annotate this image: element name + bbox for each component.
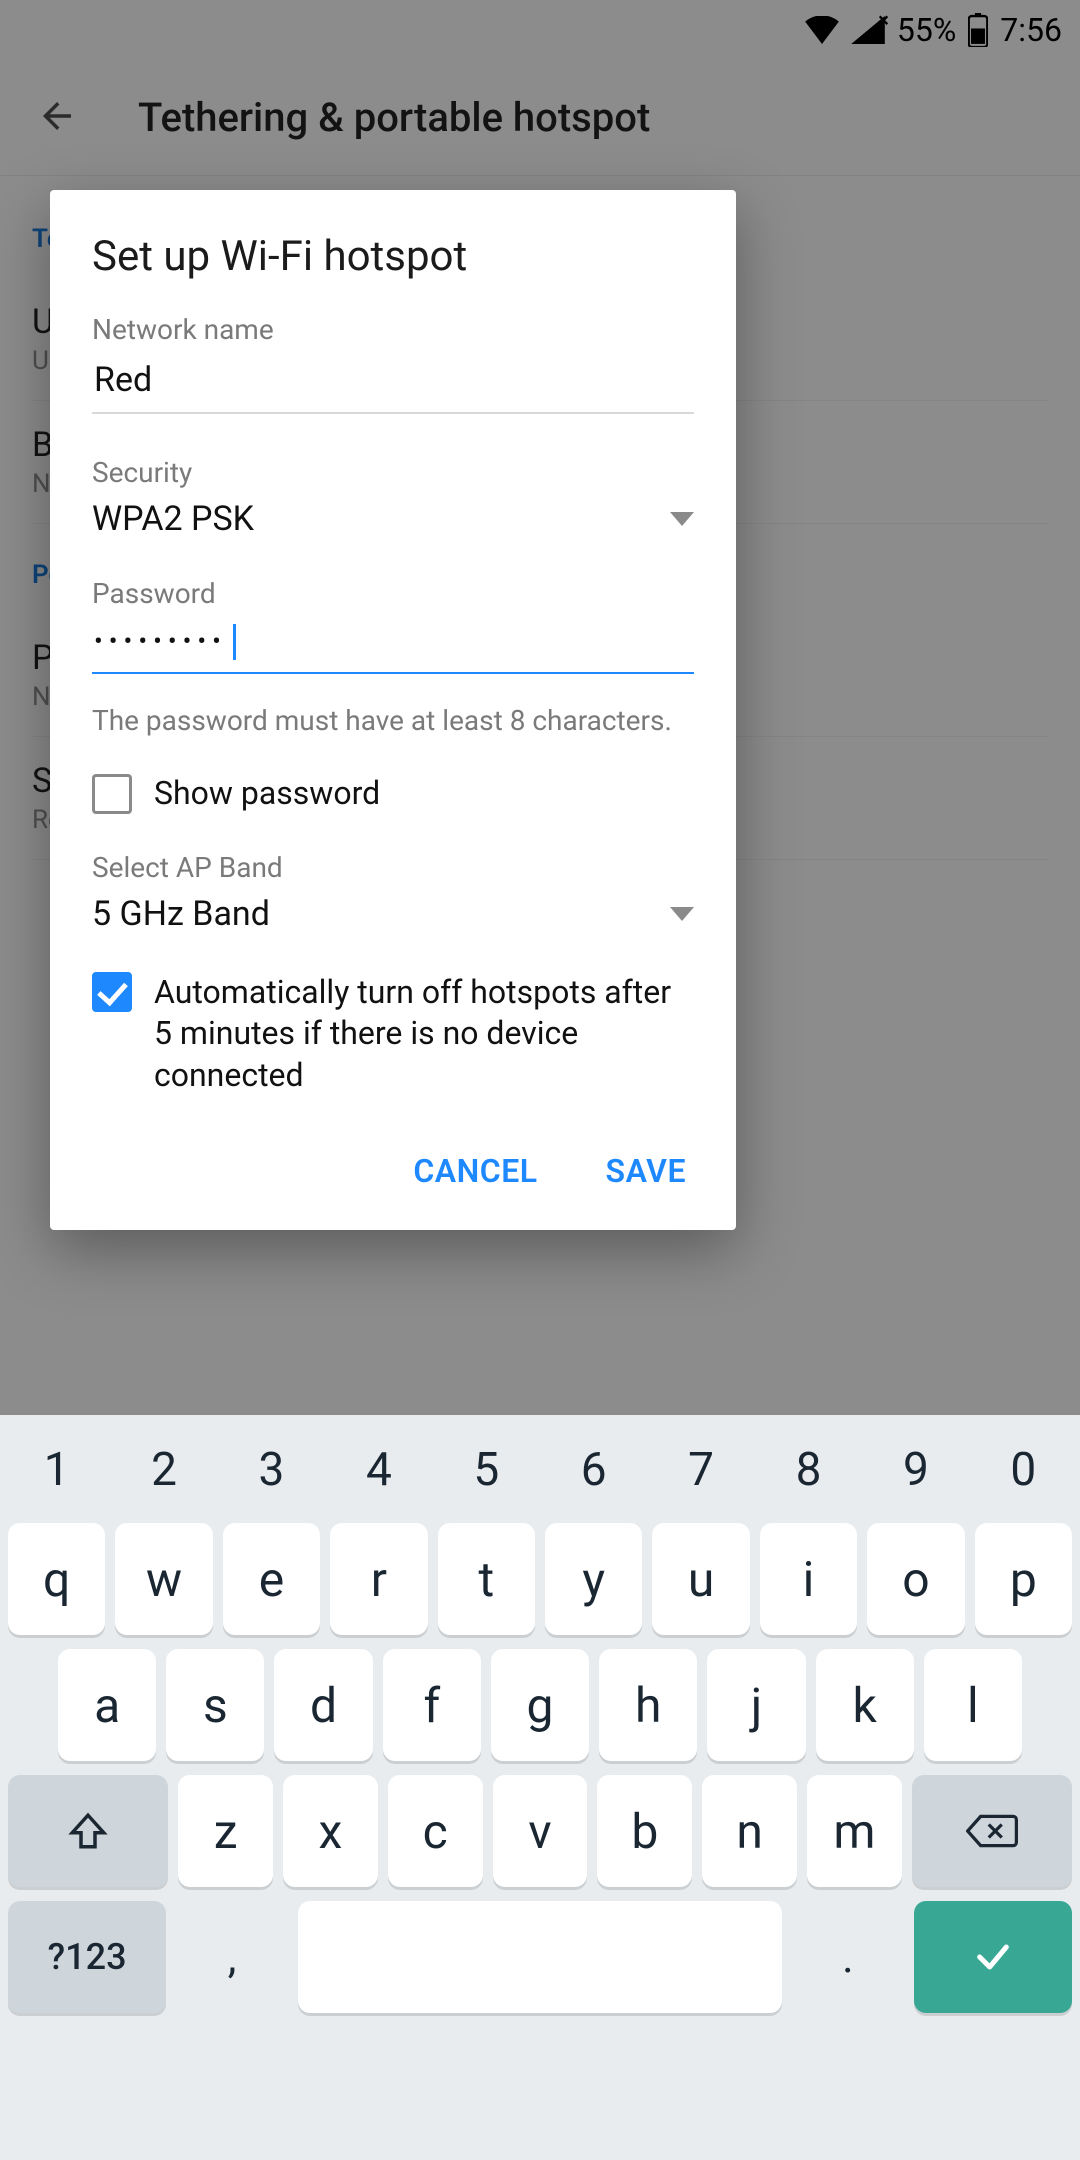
wifi-hotspot-dialog: Set up Wi-Fi hotspot Network name Securi… xyxy=(50,190,736,1230)
key-4[interactable]: 4 xyxy=(330,1431,427,1509)
show-password-label: Show password xyxy=(154,773,380,815)
security-select[interactable]: WPA2 PSK xyxy=(92,489,694,553)
key-m[interactable]: m xyxy=(807,1775,902,1887)
key-w[interactable]: w xyxy=(115,1523,212,1635)
ap-band-value: 5 GHz Band xyxy=(92,894,270,934)
soft-keyboard: 1234567890 qwertyuiop asdfghjkl zxcvbnm … xyxy=(0,1415,1080,2160)
symbols-key[interactable]: ?123 xyxy=(8,1901,166,2013)
cancel-button[interactable]: CANCEL xyxy=(405,1140,545,1202)
key-a[interactable]: a xyxy=(58,1649,156,1761)
space-key[interactable] xyxy=(298,1901,782,2013)
key-e[interactable]: e xyxy=(223,1523,320,1635)
key-1[interactable]: 1 xyxy=(8,1431,105,1509)
network-name-label: Network name xyxy=(92,313,694,346)
key-f[interactable]: f xyxy=(383,1649,481,1761)
key-s[interactable]: s xyxy=(166,1649,264,1761)
show-password-row[interactable]: Show password xyxy=(92,773,694,815)
key-g[interactable]: g xyxy=(491,1649,589,1761)
save-button[interactable]: SAVE xyxy=(598,1140,694,1202)
key-k[interactable]: k xyxy=(816,1649,914,1761)
key-i[interactable]: i xyxy=(760,1523,857,1635)
key-b[interactable]: b xyxy=(597,1775,692,1887)
key-6[interactable]: 6 xyxy=(545,1431,642,1509)
key-q[interactable]: q xyxy=(8,1523,105,1635)
chevron-down-icon xyxy=(670,907,694,921)
show-password-checkbox[interactable] xyxy=(92,774,132,814)
key-y[interactable]: y xyxy=(545,1523,642,1635)
key-n[interactable]: n xyxy=(702,1775,797,1887)
key-o[interactable]: o xyxy=(867,1523,964,1635)
key-v[interactable]: v xyxy=(493,1775,588,1887)
text-cursor xyxy=(233,624,236,660)
key-h[interactable]: h xyxy=(599,1649,697,1761)
auto-off-checkbox[interactable] xyxy=(92,972,132,1012)
comma-key[interactable]: , xyxy=(176,1901,288,2013)
key-r[interactable]: r xyxy=(330,1523,427,1635)
network-name-input[interactable] xyxy=(92,346,694,414)
auto-off-label: Automatically turn off hotspots after 5 … xyxy=(154,972,694,1097)
key-d[interactable]: d xyxy=(274,1649,372,1761)
auto-off-row[interactable]: Automatically turn off hotspots after 5 … xyxy=(92,972,694,1097)
key-c[interactable]: c xyxy=(388,1775,483,1887)
key-9[interactable]: 9 xyxy=(867,1431,964,1509)
key-l[interactable]: l xyxy=(924,1649,1022,1761)
key-z[interactable]: z xyxy=(178,1775,273,1887)
dialog-title: Set up Wi-Fi hotspot xyxy=(92,232,694,281)
password-input[interactable]: ••••••••• xyxy=(92,610,694,674)
key-3[interactable]: 3 xyxy=(223,1431,320,1509)
ap-band-select[interactable]: 5 GHz Band xyxy=(92,884,694,948)
ap-band-label: Select AP Band xyxy=(92,851,694,884)
password-label: Password xyxy=(92,577,694,610)
key-p[interactable]: p xyxy=(975,1523,1072,1635)
key-2[interactable]: 2 xyxy=(115,1431,212,1509)
backspace-key[interactable] xyxy=(912,1775,1072,1887)
key-7[interactable]: 7 xyxy=(652,1431,749,1509)
chevron-down-icon xyxy=(670,512,694,526)
key-5[interactable]: 5 xyxy=(438,1431,535,1509)
key-8[interactable]: 8 xyxy=(760,1431,857,1509)
password-hint: The password must have at least 8 charac… xyxy=(92,704,694,737)
key-j[interactable]: j xyxy=(707,1649,805,1761)
key-t[interactable]: t xyxy=(438,1523,535,1635)
security-label: Security xyxy=(92,456,694,489)
key-u[interactable]: u xyxy=(652,1523,749,1635)
shift-key[interactable] xyxy=(8,1775,168,1887)
key-0[interactable]: 0 xyxy=(975,1431,1072,1509)
period-key[interactable]: . xyxy=(792,1901,904,2013)
security-value: WPA2 PSK xyxy=(92,499,254,539)
enter-key[interactable] xyxy=(914,1901,1072,2013)
key-x[interactable]: x xyxy=(283,1775,378,1887)
